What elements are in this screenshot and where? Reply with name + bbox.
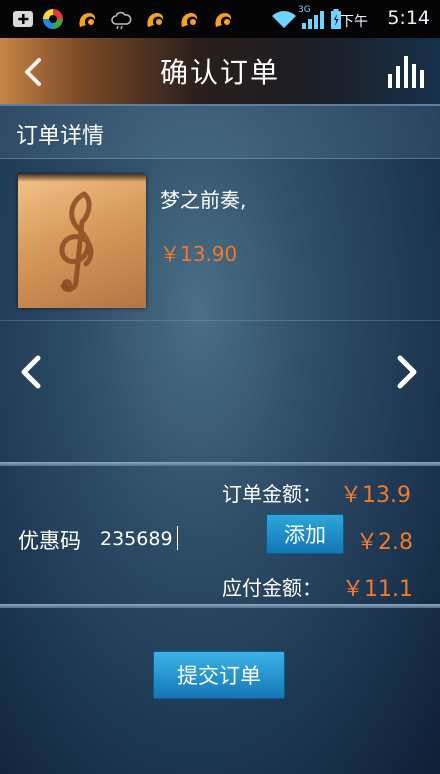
divider [0, 604, 440, 608]
section-title: 订单详情 [16, 124, 105, 149]
uc-squirrel-icon [79, 13, 96, 27]
product-price: ￥13.90 [160, 242, 238, 266]
order-details-header: 订单详情 [0, 106, 440, 159]
payable-amount-value: ￥11.1 [342, 577, 413, 602]
divider [0, 462, 440, 466]
coupon-input[interactable] [100, 524, 220, 554]
chevron-right-icon [397, 355, 417, 389]
order-amount-label: 订单金额： [222, 482, 322, 506]
product-cover [18, 174, 146, 308]
order-amount-value: ￥13.9 [340, 483, 411, 508]
previous-button[interactable] [16, 352, 46, 392]
product-item[interactable]: 梦之前奏, ￥13.90 [0, 160, 440, 321]
time-period: 下午 [340, 14, 368, 30]
discount-value: ￥2.8 [356, 530, 413, 555]
page-title: 确认订单 [159, 56, 280, 89]
product-name: 梦之前奏, [160, 188, 247, 212]
cloud-icon [111, 11, 132, 30]
uc-squirrel-icon [147, 13, 164, 27]
bar-chart-icon [388, 56, 424, 88]
submit-order-button[interactable]: 提交订单 [153, 651, 285, 699]
wifi-icon [272, 11, 296, 28]
status-bar: 3G 下午 5:14 [0, 0, 440, 38]
chart-button[interactable] [386, 52, 424, 90]
add-icon [13, 11, 33, 27]
uc-squirrel-icon [181, 13, 198, 27]
screen: 3G 下午 5:14 确认订单 订单详情 梦之前奏, ￥13.90 订单金额： … [0, 0, 440, 774]
product-carousel [0, 322, 440, 462]
treble-clef-icon [59, 191, 94, 292]
order-summary: 订单金额： ￥13.9 优惠码 添加 ￥2.8 应付金额： ￥11.1 [0, 468, 440, 606]
coupon-label: 优惠码 [18, 529, 81, 553]
text-cursor [177, 526, 178, 550]
payable-amount-label: 应付金额： [222, 576, 322, 600]
signal-icon [302, 11, 324, 29]
next-button[interactable] [392, 352, 422, 392]
uc-squirrel-icon [215, 13, 232, 27]
app-header: 确认订单 [0, 38, 440, 106]
add-coupon-button[interactable]: 添加 [266, 514, 344, 554]
circle-logo-icon [43, 9, 63, 29]
status-time: 5:14 [387, 7, 430, 29]
chevron-left-icon [21, 355, 41, 389]
